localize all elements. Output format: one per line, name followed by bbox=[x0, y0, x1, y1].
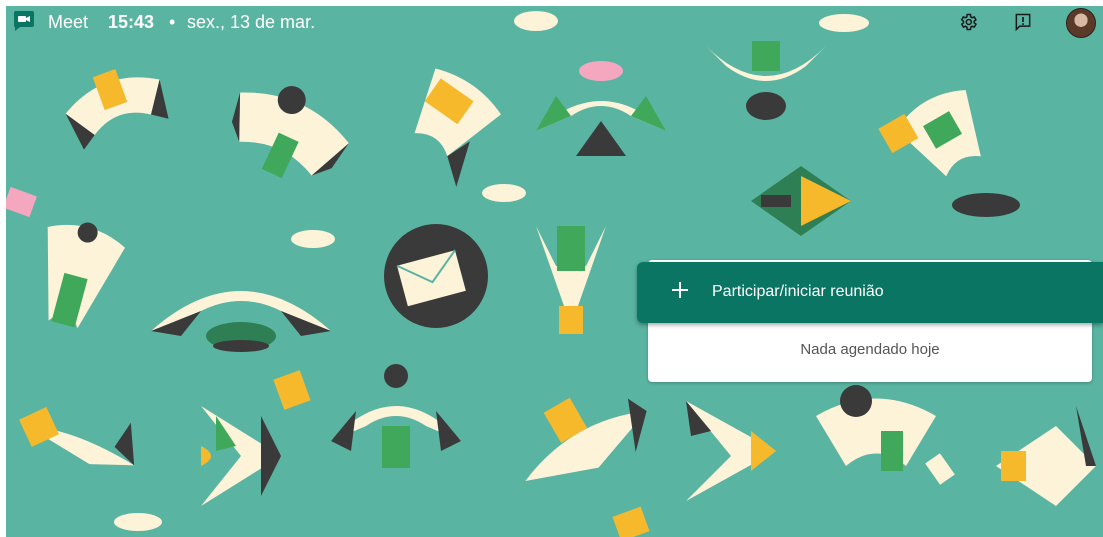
bird-illustration bbox=[19, 407, 135, 466]
bird-illustration bbox=[816, 385, 936, 471]
empty-schedule-message: Nada agendado hoje bbox=[800, 341, 940, 358]
bird-illustration bbox=[151, 291, 331, 352]
current-time: 15:43 bbox=[108, 12, 155, 32]
envelope-bird-illustration bbox=[384, 224, 488, 328]
meet-logo-icon[interactable] bbox=[12, 9, 36, 33]
meet-home-screen: Meet 15:43 • sex., 13 de mar. Participar… bbox=[6, 6, 1103, 537]
bird-illustration bbox=[878, 90, 981, 177]
plus-icon bbox=[672, 282, 688, 298]
bird-illustration bbox=[231, 86, 349, 179]
bird-illustration bbox=[65, 69, 169, 150]
bird-illustration bbox=[525, 397, 647, 481]
bird-illustration bbox=[47, 222, 125, 329]
bird-illustration bbox=[201, 406, 281, 506]
bird-illustration bbox=[331, 364, 461, 468]
app-name: Meet bbox=[48, 12, 89, 32]
user-avatar[interactable] bbox=[1066, 8, 1096, 38]
bird-illustration bbox=[751, 166, 851, 236]
feedback-button[interactable] bbox=[1011, 10, 1035, 34]
bird-illustration bbox=[536, 226, 606, 334]
current-date: sex., 13 de mar. bbox=[187, 12, 316, 32]
top-bar: Meet 15:43 • sex., 13 de mar. bbox=[6, 6, 1103, 40]
gear-icon bbox=[960, 13, 977, 31]
bird-illustration bbox=[414, 68, 501, 187]
bird-illustration bbox=[706, 41, 826, 120]
feedback-icon bbox=[1015, 13, 1031, 32]
bird-illustration bbox=[536, 61, 666, 156]
join-button-label: Participar/iniciar reunião bbox=[712, 283, 884, 300]
time-date-separator: • bbox=[169, 12, 176, 32]
bird-illustration bbox=[996, 406, 1096, 506]
join-start-meeting-button[interactable]: Participar/iniciar reunião bbox=[637, 262, 1103, 323]
settings-button[interactable] bbox=[956, 10, 980, 34]
bird-illustration bbox=[686, 401, 776, 501]
